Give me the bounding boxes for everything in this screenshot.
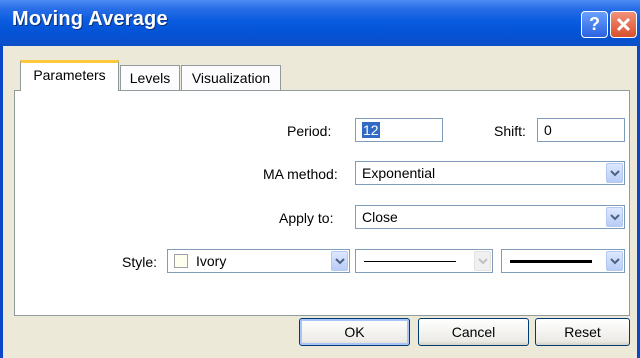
tab-visualization-label: Visualization [191, 70, 271, 86]
line-width-select[interactable] [501, 249, 625, 273]
chevron-down-icon[interactable] [331, 251, 348, 271]
color-swatch [174, 254, 188, 268]
help-icon: ? [589, 14, 600, 34]
line-style-select[interactable] [355, 249, 493, 273]
apply-to-value: Close [362, 209, 398, 225]
ok-button[interactable]: OK [299, 318, 410, 346]
period-value: 12 [362, 122, 380, 138]
ma-method-select[interactable]: Exponential [355, 161, 625, 185]
shift-value: 0 [544, 122, 552, 138]
moving-average-dialog: Moving Average ? Parameters Levels Visua… [0, 0, 640, 358]
reset-button[interactable]: Reset [535, 318, 630, 346]
chevron-down-icon [474, 251, 491, 271]
tab-levels-label: Levels [129, 70, 171, 86]
period-label: Period: [287, 123, 332, 139]
close-icon [616, 17, 631, 32]
line-width-sample [510, 260, 592, 263]
ma-method-value: Exponential [362, 165, 436, 181]
dialog-body: Parameters Levels Visualization Period: … [0, 46, 640, 358]
tab-levels[interactable]: Levels [120, 65, 180, 90]
chevron-down-icon[interactable] [606, 251, 623, 271]
period-input[interactable]: 12 [355, 118, 443, 142]
shift-input[interactable]: 0 [537, 118, 625, 142]
tab-visualization[interactable]: Visualization [181, 65, 281, 90]
cancel-button[interactable]: Cancel [418, 318, 529, 346]
apply-to-label: Apply to: [279, 210, 334, 226]
color-select[interactable]: Ivory [167, 249, 350, 273]
tab-parameters-label: Parameters [33, 67, 106, 83]
line-style-sample [364, 261, 456, 262]
apply-to-select[interactable]: Close [355, 205, 625, 229]
chevron-down-icon[interactable] [606, 207, 623, 227]
shift-label: Shift: [494, 123, 526, 139]
style-label: Style: [122, 254, 158, 270]
color-value: Ivory [196, 253, 227, 269]
title-bar[interactable]: Moving Average ? [0, 0, 640, 46]
parameters-panel: Period: 12 Shift: 0 MA method: Exponenti… [14, 90, 630, 316]
tab-parameters[interactable]: Parameters [20, 60, 119, 91]
dialog-title: Moving Average [12, 8, 168, 30]
close-button[interactable] [610, 11, 637, 38]
ma-method-label: MA method: [263, 166, 338, 182]
help-button[interactable]: ? [581, 11, 608, 38]
chevron-down-icon[interactable] [606, 163, 623, 183]
